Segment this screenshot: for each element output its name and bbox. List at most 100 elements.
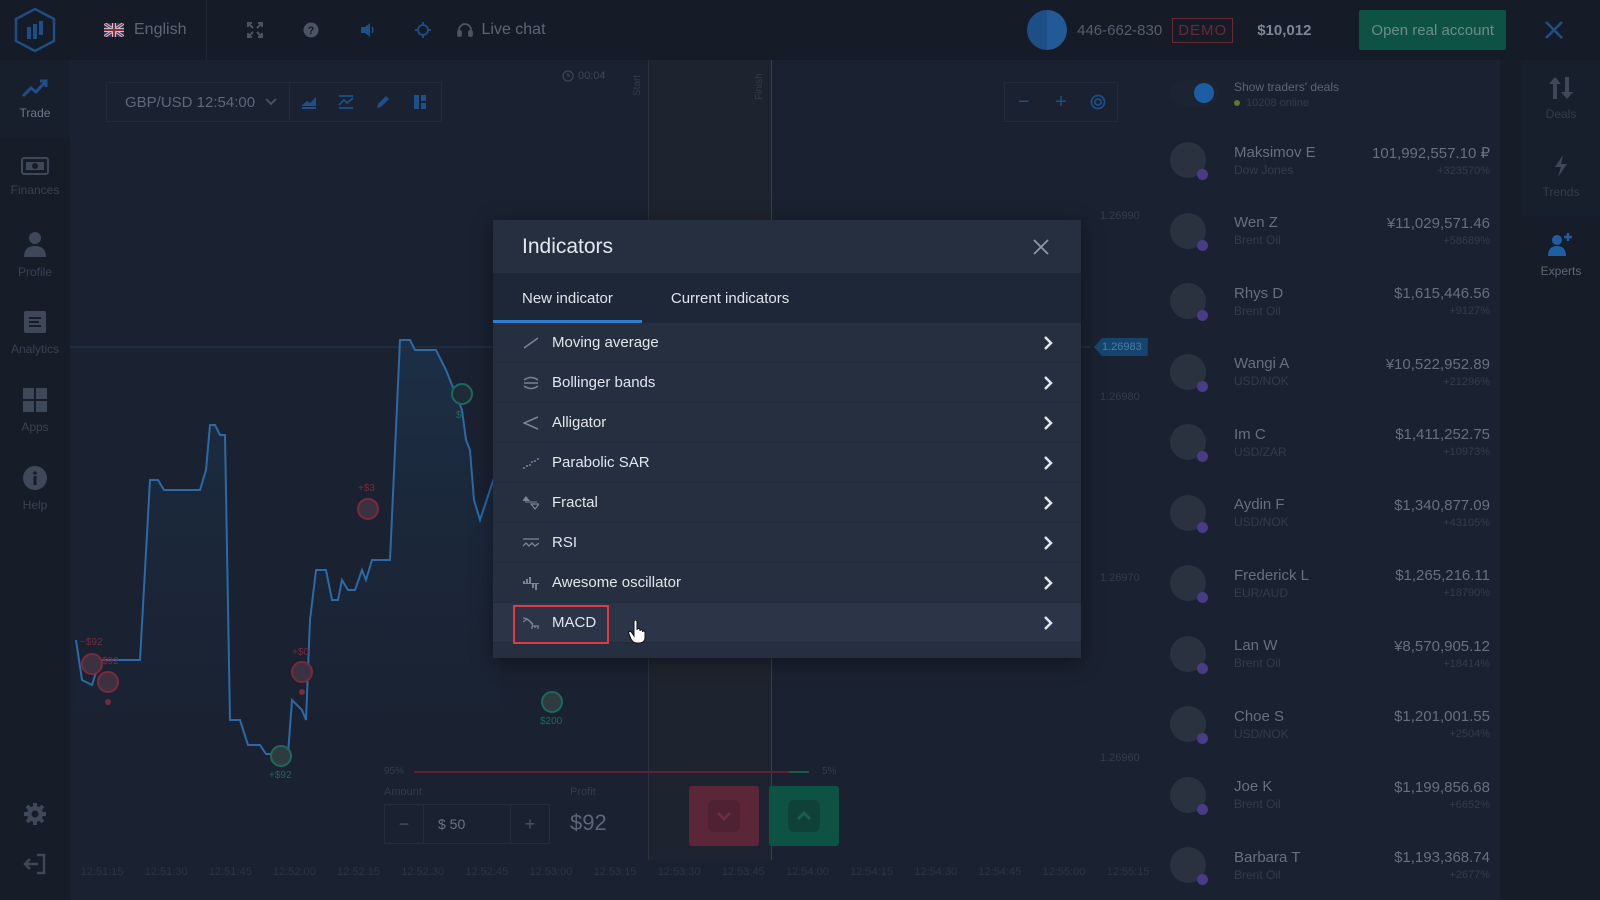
sidebar-item-trade[interactable]: Trade (0, 60, 70, 138)
tab-current-indicators[interactable]: Current indicators (642, 273, 818, 323)
up-button-inner (788, 800, 820, 832)
fullscreen-button[interactable] (227, 0, 283, 60)
logo[interactable] (0, 0, 70, 60)
rsi-icon (522, 534, 540, 552)
trader-asset: Brent Oil (1234, 233, 1281, 247)
trader-name: Rhys D (1234, 284, 1284, 302)
trader-row[interactable]: Maksimov E Dow Jones 101,992,557.10 ₽ +3235… (1170, 130, 1490, 190)
indicator-awesome-oscillator[interactable]: Awesome oscillator (493, 563, 1081, 603)
open-real-account-button[interactable]: Open real account (1359, 10, 1506, 50)
zoom-reset-button[interactable] (1083, 87, 1113, 117)
show-deals-toggle[interactable] (1170, 80, 1218, 106)
time-axis-label: 12:52:15 (337, 866, 380, 878)
amount-increase-button[interactable]: + (511, 805, 549, 843)
close-button[interactable] (1534, 10, 1574, 50)
trader-row[interactable]: Choe S USD/NOK $1,201,001.55 +2504% (1170, 694, 1490, 754)
price-level: 1.26980 (1100, 391, 1140, 403)
sound-icon (361, 23, 375, 37)
tab-new-indicator[interactable]: New indicator (493, 273, 642, 323)
trader-result: ¥10,522,952.89 +21296% (1386, 356, 1490, 388)
trader-name: Im C (1234, 425, 1266, 443)
deal-marker[interactable]: +$3 (357, 483, 379, 520)
zoom-out-button[interactable]: − (1009, 87, 1039, 117)
trader-percent: +18790% (1443, 587, 1490, 599)
toggle-knob (1194, 83, 1214, 103)
trader-percent: +323570% (1437, 164, 1490, 177)
drawing-button[interactable] (364, 83, 401, 121)
trader-row[interactable]: Aydin F USD/NOK $1,340,877.09 +43105% (1170, 483, 1490, 543)
trader-asset: USD/NOK (1234, 515, 1289, 529)
indicator-moving-average[interactable]: Moving average (493, 323, 1081, 363)
account-avatar[interactable] (1027, 10, 1068, 50)
trader-row[interactable]: Im C USD/ZAR $1,411,252.75 +10973% (1170, 412, 1490, 472)
language-selector[interactable]: English (70, 0, 208, 60)
indicator-list: Moving average Bollinger bands Alligator (493, 323, 1081, 644)
settings-button[interactable] (23, 802, 47, 831)
sound-button[interactable] (339, 0, 395, 60)
trader-row[interactable]: Barbara T Brent Oil $1,193,368.74 +2677% (1170, 835, 1490, 895)
demo-badge[interactable]: DEMO (1172, 17, 1234, 43)
trader-row[interactable]: Frederick L EUR/AUD $1,265,216.11 +18790% (1170, 553, 1490, 613)
trader-avatar (1170, 706, 1208, 744)
modal-close-button[interactable] (1029, 235, 1053, 259)
trader-result: $1,615,446.56 +9127% (1394, 285, 1490, 317)
chevron-right-icon (1041, 495, 1055, 511)
info-icon (23, 466, 47, 490)
sidebar-item-profile[interactable]: Profile (0, 216, 70, 294)
close-icon (1033, 238, 1049, 255)
up-down-arrows-icon (1549, 77, 1573, 99)
trader-amount: $1,193,368.74 (1394, 849, 1490, 866)
balance[interactable]: $10,012 (1257, 22, 1311, 39)
trader-avatar (1170, 212, 1208, 251)
rail-item-trends[interactable]: Trends (1522, 138, 1600, 216)
amount-input[interactable]: $ 50 (423, 805, 511, 843)
up-button[interactable] (769, 786, 839, 846)
sidebar-item-finances[interactable]: Finances (0, 138, 70, 216)
indicators-button[interactable] (327, 83, 364, 121)
rail-item-deals[interactable]: Deals (1522, 60, 1600, 138)
zoom-in-button[interactable]: + (1046, 87, 1076, 117)
help-button[interactable]: ? (283, 0, 339, 60)
trader-row[interactable]: Joe K Brent Oil $1,199,856.68 +6652% (1170, 765, 1490, 825)
indicator-parabolic-sar[interactable]: Parabolic SAR (493, 443, 1081, 483)
logout-button[interactable] (23, 853, 47, 880)
deal-marker[interactable]: $200 (540, 691, 563, 727)
indicator-label: Moving average (552, 334, 659, 351)
trader-row[interactable]: Lan W Brent Oil ¥8,570,905.12 +18414% (1170, 624, 1490, 684)
trader-row[interactable]: Rhys D Brent Oil $1,615,446.56 +9127% (1170, 271, 1490, 331)
trader-info: Barbara T Brent Oil (1234, 849, 1394, 882)
sidebar-item-analytics[interactable]: Analytics (0, 294, 70, 372)
down-button[interactable] (689, 786, 759, 846)
deal-marker[interactable]: −$92 (80, 637, 103, 675)
layout-button[interactable] (401, 83, 438, 121)
trader-row[interactable]: Wen Z Brent Oil ¥11,029,571.46 +58689% (1170, 201, 1490, 261)
indicator-macd[interactable]: MACD (493, 603, 1081, 644)
trader-avatar (1170, 635, 1208, 674)
target-button[interactable] (395, 0, 451, 60)
trader-amount: $1,340,877.09 (1394, 496, 1490, 514)
amount-decrease-button[interactable]: − (385, 805, 423, 843)
amount-stepper: − $ 50 + (384, 804, 550, 844)
trader-badge (1197, 380, 1208, 392)
trader-badge (1197, 662, 1208, 674)
rail-item-experts[interactable]: Experts (1522, 216, 1600, 294)
expiry-timer: 00:04 (562, 70, 606, 82)
indicator-rsi[interactable]: RSI (493, 523, 1081, 563)
indicator-fractal[interactable]: Fractal (493, 483, 1081, 523)
trader-info: Wangi A USD/NOK (1234, 355, 1386, 388)
asset-dropdown[interactable]: GBP/USD 12:54:00 (107, 83, 291, 121)
trader-badge (1197, 239, 1208, 251)
sidebar-item-help[interactable]: Help (0, 450, 70, 528)
online-count-text: 10208 online (1246, 97, 1310, 109)
live-chat-button[interactable]: Live chat (457, 21, 546, 39)
chart-type-button[interactable] (290, 83, 327, 121)
trader-badge (1197, 803, 1208, 815)
sidebar-item-apps[interactable]: Apps (0, 372, 70, 450)
indicator-bollinger-bands[interactable]: Bollinger bands (493, 363, 1081, 403)
deal-marker-label: $200 (540, 716, 563, 727)
grid-icon (23, 388, 47, 412)
trader-result: 101,992,557.10 ₽ +323570% (1372, 144, 1490, 177)
trader-row[interactable]: Wangi A USD/NOK ¥10,522,952.89 +21296% (1170, 342, 1490, 402)
indicator-alligator[interactable]: Alligator (493, 403, 1081, 443)
indicator-label: Bollinger bands (552, 374, 656, 391)
